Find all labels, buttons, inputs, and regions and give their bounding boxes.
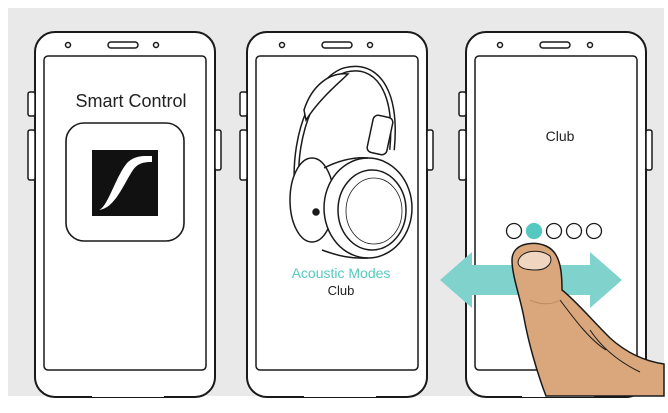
selected-mode-label: Club [327,283,355,298]
app-title: Smart Control [75,91,187,111]
carousel-dot[interactable] [505,222,523,240]
acoustic-modes-label: Acoustic Modes [291,265,391,281]
current-mode-title: Club [545,128,575,144]
carousel-dot-selected[interactable] [525,222,543,240]
illustration-canvas [8,8,665,398]
sennheiser-logo-icon[interactable] [65,122,185,242]
illustration-scene: Smart Control Acoustic Modes Club Club [0,0,668,408]
phone-2 [239,31,434,398]
carousel-dot[interactable] [565,222,583,240]
carousel-dot[interactable] [585,222,603,240]
phone-1 [27,31,222,398]
carousel-dot[interactable] [545,222,563,240]
